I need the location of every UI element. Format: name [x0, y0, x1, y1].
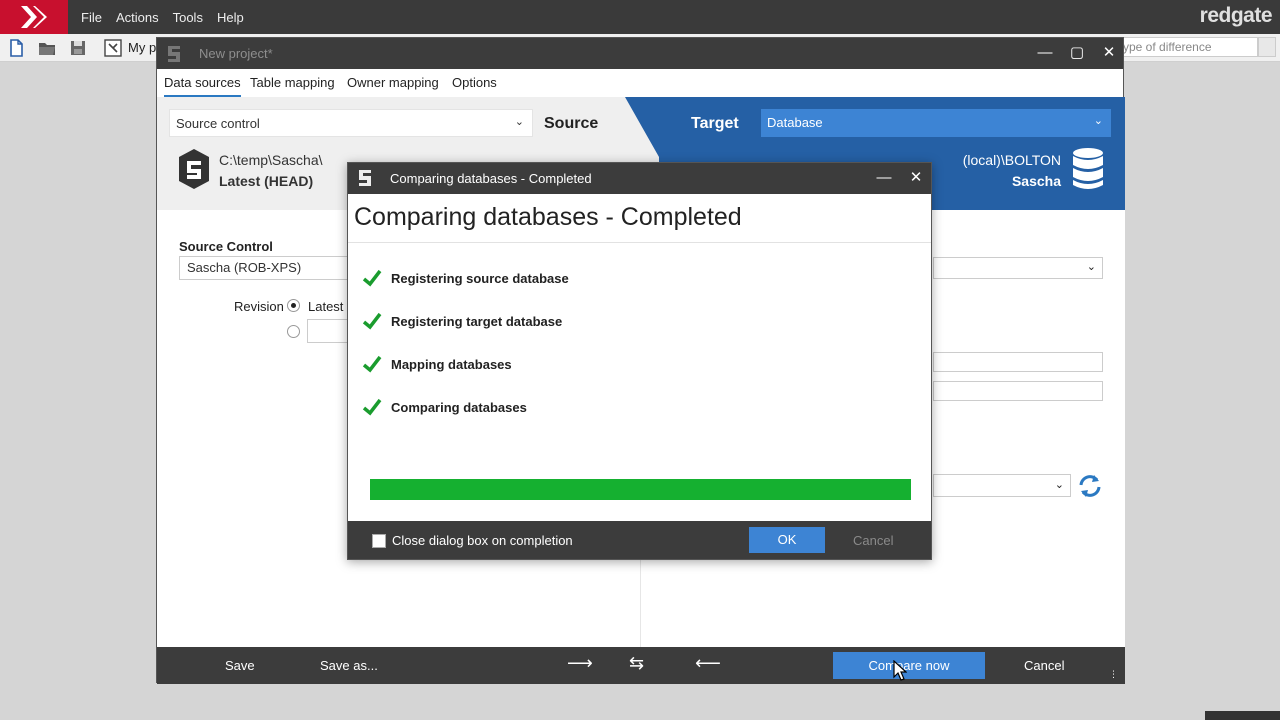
chevron-down-icon: ⌄ [1093, 115, 1103, 127]
chevron-down-icon: ⌄ [1086, 261, 1096, 273]
source-type-select[interactable]: Source control ⌄ [169, 109, 533, 137]
dialog-cancel-button: Cancel [853, 533, 894, 548]
menu-help[interactable]: Help [210, 10, 251, 25]
redgate-logo-icon [0, 0, 68, 34]
tab-table-mapping[interactable]: Table mapping [250, 75, 335, 90]
save-icon[interactable] [68, 38, 88, 58]
source-label: Source [544, 115, 599, 132]
check-icon [362, 269, 382, 287]
refresh-icon[interactable] [1077, 473, 1103, 499]
source-control-icon [179, 149, 209, 189]
chevron-down-icon: ⌄ [514, 116, 524, 128]
target-type-value: Database [767, 115, 823, 130]
source-path: C:\temp\Sascha\ [219, 152, 323, 168]
dialog-footer: Close dialog box on completion OK Cancel [348, 521, 931, 559]
ok-button[interactable]: OK [749, 527, 825, 553]
maximize-icon[interactable]: ▢ [1066, 44, 1088, 62]
project-tabs: Data sources Table mapping Owner mapping… [157, 69, 1123, 97]
step-item: Registering source database [362, 268, 569, 288]
save-button[interactable]: Save [225, 658, 255, 673]
project-icon[interactable] [103, 38, 123, 58]
step-item: Comparing databases [362, 397, 527, 417]
close-on-completion-label: Close dialog box on completion [392, 533, 573, 548]
menu-file[interactable]: File [74, 10, 109, 25]
mouse-cursor-icon [893, 660, 907, 681]
window-titlebar: New project* — ▢ ✕ [157, 38, 1123, 69]
menu-actions[interactable]: Actions [109, 10, 166, 25]
source-type-value: Source control [176, 116, 260, 131]
sql-compare-icon [168, 46, 180, 62]
specific-revision-radio[interactable] [287, 325, 300, 338]
check-icon [362, 355, 382, 373]
main-menu: File Actions Tools Help [74, 0, 251, 34]
compare-now-button[interactable]: Compare now [833, 652, 985, 679]
dialog-titlebar: Comparing databases - Completed — ✕ [348, 163, 931, 194]
progress-bar [370, 479, 911, 500]
project-tab-label[interactable]: My p [128, 40, 156, 55]
new-file-icon[interactable] [6, 38, 26, 58]
cancel-button[interactable]: Cancel [1024, 658, 1064, 673]
step-label: Mapping databases [391, 356, 512, 372]
brand-logo: redgate [1199, 4, 1273, 27]
step-item: Mapping databases [362, 354, 512, 374]
minimize-icon[interactable]: — [874, 169, 894, 187]
window-footer: Save Save as... ⟶ ⇆ ⟵ Compare now Cancel… [157, 647, 1125, 684]
check-icon [362, 312, 382, 330]
close-icon[interactable]: ✕ [1098, 44, 1120, 62]
dialog-separator [348, 242, 931, 243]
step-label: Registering source database [391, 270, 569, 286]
swap-icon[interactable]: ⇆ [629, 653, 644, 674]
source-control-label: Source Control [179, 239, 273, 254]
save-as-button[interactable]: Save as... [320, 658, 378, 673]
dialog-title: Comparing databases - Completed [390, 171, 592, 186]
step-item: Registering target database [362, 311, 562, 331]
sql-compare-icon [359, 170, 371, 186]
menu-tools[interactable]: Tools [166, 10, 210, 25]
step-label: Comparing databases [391, 399, 527, 415]
latest-radio[interactable] [287, 299, 300, 312]
close-icon[interactable]: ✕ [906, 169, 926, 187]
source-revision: Latest (HEAD) [219, 173, 314, 189]
step-label: Registering target database [391, 313, 563, 329]
arrow-left-icon[interactable]: ⟵ [695, 653, 721, 674]
tab-data-sources[interactable]: Data sources [164, 75, 241, 97]
app-menubar: File Actions Tools Help redgate [0, 0, 1280, 34]
target-username-field[interactable] [933, 352, 1103, 372]
filter-clear-button[interactable] [1258, 37, 1276, 57]
target-type-select[interactable]: Database ⌄ [761, 109, 1111, 137]
latest-option-label: Latest ( [308, 299, 352, 314]
close-on-completion-checkbox[interactable] [372, 534, 386, 548]
difference-filter-input[interactable]: ype of difference [1118, 37, 1258, 57]
tab-owner-mapping[interactable]: Owner mapping [347, 75, 439, 90]
open-folder-icon[interactable] [37, 38, 57, 58]
arrow-right-icon[interactable]: ⟶ [567, 653, 593, 674]
resize-grip-icon[interactable]: ⋮ [1109, 669, 1118, 680]
revision-label: Revision [234, 299, 284, 314]
dialog-heading: Comparing databases - Completed [354, 203, 742, 231]
target-server-field[interactable]: ⌄ [933, 257, 1103, 279]
check-icon [362, 398, 382, 416]
progress-fill [370, 479, 911, 500]
window-title: New project* [199, 46, 273, 61]
tab-options[interactable]: Options [452, 75, 497, 90]
comparison-progress-dialog: Comparing databases - Completed — ✕ Comp… [347, 162, 932, 560]
minimize-icon[interactable]: — [1034, 44, 1056, 62]
app-status-tab [1205, 711, 1280, 720]
chevron-down-icon: ⌄ [1054, 479, 1064, 491]
target-password-field[interactable] [933, 381, 1103, 401]
target-database-field[interactable]: ⌄ [933, 474, 1071, 497]
